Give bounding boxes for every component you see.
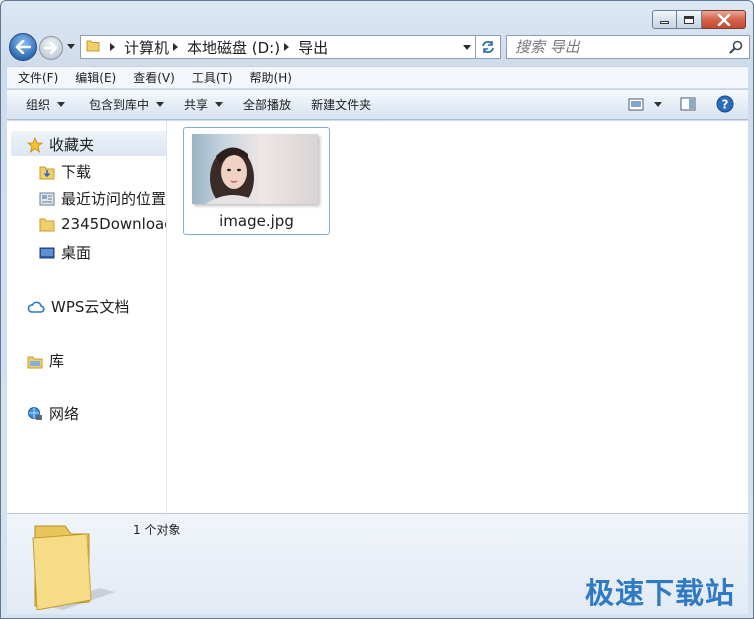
search-icon[interactable] [729, 40, 743, 57]
nav-libraries[interactable]: 库 [27, 350, 64, 371]
file-item-image[interactable]: image.jpg [183, 127, 330, 235]
content-area: 收藏夹 下载 最近访问的位置 2345Downloads [7, 121, 748, 513]
nav-recent-places[interactable]: 最近访问的位置 [39, 188, 166, 209]
navigation-pane: 收藏夹 下载 最近访问的位置 2345Downloads [7, 121, 167, 513]
chevron-down-icon [156, 102, 165, 107]
help-icon[interactable]: ? [716, 95, 734, 113]
command-bar: 组织 包含到库中 共享 全部播放 新建文件夹 ? [7, 89, 748, 120]
file-list: image.jpg [168, 121, 748, 513]
minimize-icon [660, 21, 669, 24]
share-button[interactable]: 共享 [174, 96, 233, 113]
menu-help[interactable]: 帮助(H) [239, 69, 298, 86]
play-all-button[interactable]: 全部播放 [233, 96, 301, 113]
minimize-button[interactable] [652, 10, 677, 29]
organize-button[interactable]: 组织 [7, 96, 75, 113]
nav-desktop-label: 桌面 [61, 244, 92, 262]
svg-text:?: ? [722, 98, 729, 112]
nav-network[interactable]: 网络 [27, 403, 79, 424]
chevron-down-icon [215, 102, 224, 107]
view-icon[interactable] [628, 98, 644, 111]
nav-downloads-label: 下载 [61, 163, 92, 181]
nav-network-label: 网络 [49, 405, 80, 423]
caption-buttons [652, 10, 746, 29]
nav-favorites-label: 收藏夹 [49, 136, 95, 154]
breadcrumb-export[interactable]: 导出 [298, 37, 328, 58]
forward-arrow-icon [44, 42, 58, 54]
play-all-label: 全部播放 [243, 98, 292, 112]
share-label: 共享 [184, 98, 209, 112]
file-name: image.jpg [219, 212, 294, 230]
download-folder-icon [39, 164, 55, 180]
address-bar[interactable]: 计算机 本地磁盘 (D:) 导出 [80, 35, 476, 59]
explorer-window: 计算机 本地磁盘 (D:) 导出 文件(F) 编辑(E) 查看(V) 工具(T)… [0, 0, 754, 619]
cloud-icon [27, 299, 45, 315]
details-pane: 1 个对象 极速下载站 [7, 513, 748, 614]
nav-libraries-label: 库 [49, 352, 65, 370]
menu-view[interactable]: 查看(V) [122, 69, 181, 86]
nav-wps-cloud-label: WPS云文档 [51, 298, 130, 316]
forward-button[interactable] [39, 36, 63, 60]
nav-wps-cloud[interactable]: WPS云文档 [27, 296, 129, 317]
back-button[interactable] [9, 33, 37, 61]
chevron-right-icon[interactable] [110, 43, 115, 51]
menu-edit[interactable]: 编辑(E) [64, 69, 122, 86]
maximize-icon [684, 15, 694, 24]
menu-tools[interactable]: 工具(T) [181, 69, 239, 86]
chevron-down-icon[interactable] [654, 101, 662, 107]
item-count: 1 个对象 [133, 523, 181, 537]
new-folder-label: 新建文件夹 [311, 98, 372, 112]
recent-pages-dropdown[interactable] [67, 44, 75, 49]
large-folder-icon [29, 518, 119, 613]
menu-file[interactable]: 文件(F) [7, 69, 64, 86]
nav-desktop[interactable]: 桌面 [39, 242, 91, 263]
breadcrumb-local-disk[interactable]: 本地磁盘 (D:) [187, 37, 280, 58]
folder-icon [86, 38, 100, 56]
search-box[interactable] [506, 35, 750, 59]
chevron-down-icon [57, 102, 66, 107]
chevron-down-icon[interactable] [463, 45, 471, 50]
folder-icon [39, 216, 55, 232]
recent-places-icon [39, 191, 55, 207]
library-icon [27, 353, 43, 369]
navigation-row: 计算机 本地磁盘 (D:) 导出 [9, 33, 750, 61]
include-in-library-button[interactable]: 包含到库中 [79, 96, 174, 113]
close-button[interactable] [702, 10, 746, 29]
refresh-button[interactable] [476, 35, 501, 59]
network-icon [27, 406, 43, 422]
watermark-text: 极速下载站 [584, 576, 735, 610]
view-controls: ? [628, 95, 734, 113]
chevron-right-icon[interactable] [173, 43, 179, 51]
maximize-button[interactable] [677, 10, 702, 29]
image-thumbnail [192, 134, 318, 204]
organize-label: 组织 [26, 98, 51, 112]
breadcrumb-computer[interactable]: 计算机 [124, 37, 169, 58]
star-icon [27, 136, 43, 153]
close-icon [717, 13, 730, 26]
include-in-library-label: 包含到库中 [89, 98, 150, 112]
new-folder-button[interactable]: 新建文件夹 [301, 96, 381, 113]
search-input[interactable] [515, 38, 715, 56]
nav-2345downloads-label: 2345Downloads [61, 215, 166, 233]
nav-recent-places-label: 最近访问的位置 [61, 190, 167, 208]
nav-2345downloads[interactable]: 2345Downloads [39, 215, 166, 233]
back-arrow-icon [15, 40, 31, 54]
chevron-right-icon[interactable] [284, 43, 290, 51]
menu-bar: 文件(F) 编辑(E) 查看(V) 工具(T) 帮助(H) [7, 66, 748, 88]
preview-pane-icon[interactable] [680, 97, 696, 111]
desktop-icon [39, 245, 55, 261]
refresh-icon [482, 41, 494, 53]
nav-downloads[interactable]: 下载 [39, 161, 91, 182]
nav-favorites[interactable]: 收藏夹 [27, 134, 94, 155]
